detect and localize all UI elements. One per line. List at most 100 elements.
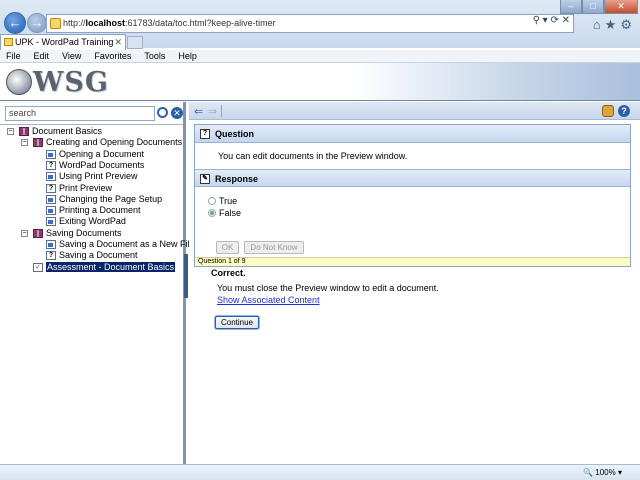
book-icon bbox=[33, 138, 43, 148]
new-tab-button[interactable] bbox=[127, 36, 143, 49]
tab-close-icon[interactable]: ✕ bbox=[114, 35, 122, 49]
app-header: WSG bbox=[0, 63, 640, 101]
topic-icon bbox=[46, 240, 56, 249]
tab-page-icon bbox=[4, 38, 13, 46]
collapse-toggle-icon[interactable]: − bbox=[21, 229, 28, 237]
tree-item[interactable]: Printing a Document bbox=[46, 205, 141, 216]
next-arrow-icon[interactable]: ⇒ bbox=[208, 105, 217, 118]
assessment-icon: ✓ bbox=[33, 262, 43, 272]
tools-icon[interactable] bbox=[602, 105, 614, 117]
tree-item[interactable]: ? WordPad Documents bbox=[46, 160, 144, 171]
pane-splitter[interactable] bbox=[184, 254, 188, 298]
question-text: You can edit documents in the Preview wi… bbox=[218, 151, 408, 161]
menu-file[interactable]: File bbox=[6, 50, 21, 62]
tree-item[interactable]: Exiting WordPad bbox=[46, 216, 126, 227]
question-page-icon: ? bbox=[46, 160, 56, 170]
menu-favorites[interactable]: Favorites bbox=[94, 50, 131, 62]
menu-help[interactable]: Help bbox=[178, 50, 197, 62]
toc-pane: search ✕ − Document Basics − Creating and O… bbox=[0, 102, 195, 464]
menu-bar: File Edit View Favorites Tools Help bbox=[0, 50, 640, 63]
clear-search-icon[interactable]: ✕ bbox=[171, 107, 183, 119]
topic-icon bbox=[46, 206, 56, 216]
tree-item[interactable]: Saving a Document as a New File bbox=[46, 239, 195, 250]
question-icon: ? bbox=[200, 129, 210, 139]
do-not-know-button[interactable]: Do Not Know bbox=[244, 241, 304, 254]
question-page-icon: ? bbox=[46, 183, 56, 193]
response-header: ✎ Response bbox=[195, 169, 630, 187]
feedback-title: Correct. bbox=[211, 268, 246, 278]
topic-icon bbox=[46, 172, 56, 182]
address-search-icon[interactable]: ⚲ ▾ ⟳ ✕ bbox=[533, 15, 570, 26]
page-icon bbox=[50, 18, 61, 29]
tree-item-label: Saving Documents bbox=[46, 227, 122, 238]
tree-item[interactable]: ✓ Assessment - Document Basics bbox=[33, 261, 176, 273]
option-true[interactable]: True bbox=[208, 196, 237, 207]
tree-item-label: Saving a Document bbox=[59, 250, 138, 261]
previous-arrow-icon[interactable]: ⇐ bbox=[194, 105, 203, 118]
tree-item[interactable]: ? Print Preview bbox=[46, 183, 112, 194]
help-icon[interactable]: ? bbox=[618, 105, 630, 117]
radio-false[interactable] bbox=[208, 209, 216, 217]
globe-icon bbox=[6, 69, 32, 95]
topic-icon bbox=[46, 217, 56, 227]
radio-true[interactable] bbox=[208, 197, 216, 205]
content-toolbar: ⇐ ⇒ ? bbox=[189, 102, 640, 120]
outline-tree: − Document Basics − Creating and Opening Do… bbox=[0, 124, 195, 272]
tree-item[interactable]: ? Saving a Document bbox=[46, 250, 138, 261]
status-bar: 🔍 100% ▾ bbox=[0, 464, 640, 480]
browser-chrome: ← → http://localhost:61783/data/toc.html… bbox=[0, 0, 640, 50]
collapse-toggle-icon[interactable]: − bbox=[21, 139, 28, 147]
tree-item-label: Exiting WordPad bbox=[59, 216, 126, 227]
tree-item[interactable]: Opening a Document bbox=[46, 149, 144, 160]
tree-item-label: Saving a Document as a New File bbox=[59, 239, 195, 249]
menu-edit[interactable]: Edit bbox=[34, 50, 50, 62]
maximize-button[interactable]: □ bbox=[582, 0, 604, 14]
menu-tools[interactable]: Tools bbox=[144, 50, 165, 62]
continue-button[interactable]: Continue bbox=[215, 316, 259, 329]
question-panel: ? Question You can edit documents in the… bbox=[194, 124, 631, 267]
tree-item[interactable]: − Creating and Opening Documents bbox=[21, 137, 183, 148]
content-pane: ⇐ ⇒ ? ? Question You can edit documents … bbox=[189, 102, 640, 464]
address-bar[interactable]: http://localhost:61783/data/toc.html?kee… bbox=[46, 14, 574, 33]
tree-item-label: Creating and Opening Documents bbox=[46, 137, 183, 148]
minimize-button[interactable]: – bbox=[560, 0, 582, 14]
tree-item-label: Opening a Document bbox=[59, 148, 145, 159]
response-body: True False OK Do Not Know bbox=[195, 187, 630, 257]
window-controls: – □ ✕ bbox=[560, 0, 638, 14]
collapse-toggle-icon[interactable]: − bbox=[7, 128, 14, 135]
tree-item[interactable]: − Document Basics bbox=[7, 126, 103, 137]
tree-item-label: Using Print Preview bbox=[59, 171, 138, 182]
tree-item[interactable]: − Saving Documents bbox=[21, 227, 122, 239]
search-input[interactable]: search bbox=[5, 106, 155, 121]
back-button[interactable]: ← bbox=[4, 12, 26, 34]
home-star-gear-icons[interactable]: ⌂★⚙ bbox=[593, 17, 636, 33]
question-header: ? Question bbox=[195, 125, 630, 143]
forward-button[interactable]: → bbox=[27, 13, 47, 33]
book-icon bbox=[19, 127, 29, 136]
tree-item-label: Changing the Page Setup bbox=[59, 193, 163, 204]
menu-view[interactable]: View bbox=[62, 50, 81, 62]
ok-button[interactable]: OK bbox=[216, 241, 239, 254]
tree-item-label: Printing a Document bbox=[59, 205, 141, 216]
browser-tab[interactable]: UPK - WordPad Training ✕ bbox=[0, 34, 126, 50]
tree-item-label: WordPad Documents bbox=[59, 159, 145, 170]
tree-item[interactable]: Changing the Page Setup bbox=[46, 194, 162, 205]
close-window-button[interactable]: ✕ bbox=[604, 0, 638, 14]
tree-item-label: Print Preview bbox=[59, 182, 113, 193]
topic-icon bbox=[46, 194, 56, 204]
tree-item[interactable]: Using Print Preview bbox=[46, 171, 138, 182]
question-progress: Question 1 of 9 bbox=[195, 257, 630, 266]
option-false[interactable]: False bbox=[208, 208, 241, 219]
tree-item-label: Assessment - Document Basics bbox=[46, 261, 176, 272]
zoom-level[interactable]: 🔍 100% ▾ bbox=[583, 468, 622, 477]
search-icon[interactable] bbox=[157, 107, 168, 118]
topic-icon bbox=[46, 149, 56, 159]
tree-item-label: Document Basics bbox=[32, 126, 103, 136]
response-icon: ✎ bbox=[200, 174, 210, 184]
wsg-logo: WSG bbox=[6, 67, 109, 98]
question-page-icon: ? bbox=[46, 251, 56, 261]
show-associated-content-link[interactable]: Show Associated Content bbox=[217, 295, 320, 305]
toolbar-divider bbox=[221, 105, 222, 117]
book-icon bbox=[33, 228, 43, 238]
feedback-message: You must close the Preview window to edi… bbox=[217, 283, 439, 293]
